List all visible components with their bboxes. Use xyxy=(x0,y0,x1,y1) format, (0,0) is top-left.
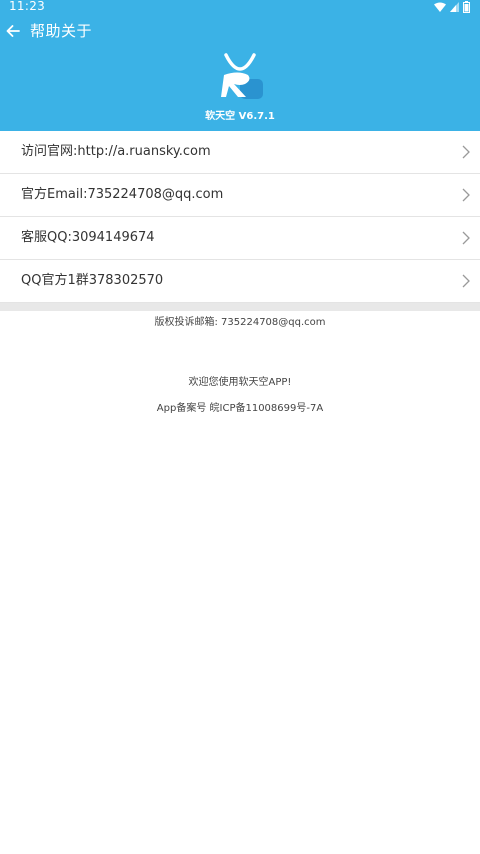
chevron-right-icon xyxy=(462,231,470,245)
status-time: 11:23 xyxy=(9,0,46,13)
icp-text: App备案号 皖ICP备11008699号-7A xyxy=(156,403,324,414)
menu-item-label: 官方Email:735224708@qq.com xyxy=(21,187,224,202)
battery-icon xyxy=(463,1,470,13)
status-icons xyxy=(430,0,470,14)
menu-item-label: QQ官方1群378302570 xyxy=(21,273,164,288)
menu-item-email[interactable]: 官方Email:735224708@qq.com xyxy=(0,174,480,217)
app-header: 11:23 帮助关于 软天空 V6.7.1 xyxy=(0,0,480,131)
menu-item-label: 访问官网:http://a.ruansky.com xyxy=(21,144,211,159)
page-title: 帮助关于 xyxy=(30,22,93,40)
chevron-right-icon xyxy=(462,274,470,288)
section-divider xyxy=(0,303,480,311)
menu-item-service-qq[interactable]: 客服QQ:3094149674 xyxy=(0,217,480,260)
back-button[interactable] xyxy=(3,21,23,41)
copyright-text: 版权投诉邮箱: 735224708@qq.com xyxy=(154,317,326,328)
welcome-text: 欢迎您使用软天空APP! xyxy=(188,377,292,388)
app-logo-icon xyxy=(221,53,263,99)
menu-item-website[interactable]: 访问官网:http://a.ruansky.com xyxy=(0,131,480,174)
signal-icon xyxy=(450,2,459,12)
chevron-right-icon xyxy=(462,145,470,159)
menu-item-label: 客服QQ:3094149674 xyxy=(21,230,155,245)
menu-list: 访问官网:http://a.ruansky.com 官方Email:735224… xyxy=(0,131,480,303)
wifi-icon xyxy=(434,2,446,12)
chevron-right-icon xyxy=(462,188,470,202)
status-bar: 11:23 xyxy=(0,0,480,14)
arrow-left-icon xyxy=(6,25,20,37)
app-version: 软天空 V6.7.1 xyxy=(205,111,275,122)
menu-item-qq-group[interactable]: QQ官方1群378302570 xyxy=(0,260,480,303)
